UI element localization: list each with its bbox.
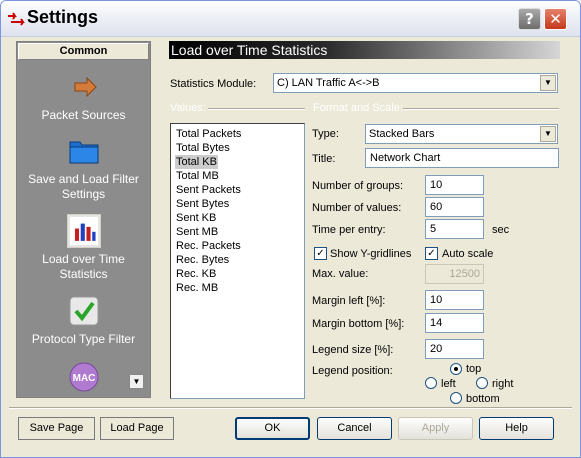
legend-position-top-radio[interactable] (450, 363, 462, 375)
legend-size-input[interactable]: 20 (425, 339, 484, 359)
margin-left-label: Margin left [%]: (312, 295, 386, 307)
arrow-icon (74, 76, 97, 98)
load-page-button[interactable]: Load Page (100, 417, 174, 440)
list-item[interactable]: Sent MB (175, 225, 219, 239)
sidebar-item-packet-sources[interactable]: Packet Sources (17, 70, 150, 123)
auto-scale-checkbox[interactable]: ✓ (425, 247, 438, 260)
values-group-label: Values: (170, 102, 206, 114)
time-unit-label: sec (492, 224, 510, 236)
sidebar-item-label: Save and Load Filter Settings (28, 172, 139, 201)
time-per-entry-input[interactable]: 5 (425, 219, 484, 239)
values-count-input[interactable]: 60 (425, 197, 484, 217)
max-value-label: Max. value: (312, 268, 369, 280)
sidebar-item-load-over-time[interactable]: Load over Time Statistics (17, 214, 150, 282)
sidebar-scroll-down-button[interactable]: ▼ (129, 374, 144, 389)
sidebar: Common Packet Sources Save and Load Filt… (16, 41, 151, 398)
show-gridlines-checkbox[interactable]: ✓ (314, 247, 327, 260)
bar-chart-icon (66, 214, 101, 248)
sidebar-item-label: Protocol Type Filter (31, 332, 136, 346)
title-bar[interactable]: Settings ? ✕ (1, 1, 580, 37)
list-item[interactable]: Sent KB (175, 211, 217, 225)
values-listbox[interactable]: Total Packets Total Bytes Total KB Total… (170, 123, 305, 399)
footer-divider (9, 407, 572, 409)
sidebar-item-save-load[interactable]: Save and Load Filter Settings (17, 134, 150, 202)
time-per-entry-label: Time per entry: (312, 224, 386, 236)
list-item[interactable]: Total Packets (175, 127, 242, 141)
mac-icon: MAC (69, 362, 98, 392)
statistics-module-label: Statistics Module: (170, 78, 257, 90)
sidebar-header-common[interactable]: Common (18, 43, 149, 60)
legend-position-bottom-label: bottom (466, 393, 500, 405)
legend-position-left-label: left (441, 378, 456, 390)
svg-text:MAC: MAC (72, 373, 95, 384)
legend-position-left-radio[interactable] (425, 377, 437, 389)
help-title-button[interactable]: ? (518, 8, 541, 30)
sidebar-item-label: Load over Time Statistics (42, 252, 125, 281)
list-item-selected[interactable]: Total KB (175, 155, 218, 169)
list-item[interactable]: Rec. Packets (175, 239, 242, 253)
statistics-module-value: C) LAN Traffic A<->B (277, 77, 380, 89)
app-icon (8, 12, 25, 26)
title-label: Title: (312, 153, 336, 165)
list-item[interactable]: Rec. KB (175, 267, 217, 281)
max-value-input[interactable]: 12500 (425, 264, 484, 284)
margin-left-input[interactable]: 10 (425, 290, 484, 310)
cancel-button[interactable]: Cancel (317, 417, 392, 440)
list-item[interactable]: Rec. MB (175, 281, 219, 295)
window-title: Settings (27, 7, 99, 27)
type-value: Stacked Bars (369, 128, 435, 140)
legend-position-label: Legend position: (312, 365, 393, 377)
legend-position-top-label: top (466, 363, 482, 375)
list-item[interactable]: Total Bytes (175, 141, 231, 155)
list-item[interactable]: Rec. Bytes (175, 253, 230, 267)
legend-position-right-radio[interactable] (476, 377, 488, 389)
legend-position-right-label: right (492, 378, 514, 390)
type-label: Type: (312, 128, 339, 140)
values-group-divider (208, 108, 305, 110)
groups-label: Number of groups: (312, 180, 404, 192)
chart-title-input[interactable]: Network Chart (365, 148, 559, 168)
checkmark-icon (69, 296, 98, 326)
sidebar-item-label: Packet Sources (41, 108, 126, 122)
panel-title: Load over Time Statistics (169, 41, 560, 59)
type-select[interactable]: Stacked Bars ▼ (365, 124, 558, 144)
close-button[interactable]: ✕ (544, 8, 567, 30)
format-group-divider (403, 108, 559, 110)
margin-bottom-input[interactable]: 14 (425, 313, 484, 333)
show-gridlines-label: Show Y-gridlines (330, 248, 412, 260)
chevron-down-icon[interactable]: ▼ (540, 126, 556, 142)
chevron-down-icon[interactable]: ▼ (540, 75, 556, 91)
auto-scale-label: Auto scale (442, 248, 494, 260)
margin-bottom-label: Margin bottom [%]: (312, 318, 405, 330)
statistics-module-select[interactable]: C) LAN Traffic A<->B ▼ (273, 73, 558, 93)
groups-input[interactable]: 10 (425, 175, 484, 195)
ok-button[interactable]: OK (235, 417, 310, 440)
sidebar-item-protocol-filter[interactable]: Protocol Type Filter (17, 294, 150, 347)
legend-size-label: Legend size [%]: (312, 344, 394, 356)
list-item[interactable]: Sent Packets (175, 183, 242, 197)
list-item[interactable]: Total MB (175, 169, 220, 183)
legend-position-bottom-radio[interactable] (450, 392, 462, 404)
format-group-label: Format and Scale: (313, 102, 403, 114)
settings-window: Settings ? ✕ Common Packet Sources Save … (0, 0, 581, 458)
save-page-button[interactable]: Save Page (18, 417, 95, 440)
list-item[interactable]: Sent Bytes (175, 197, 230, 211)
folder-icon (69, 141, 98, 164)
values-count-label: Number of values: (312, 202, 402, 214)
apply-button[interactable]: Apply (398, 417, 473, 440)
help-button[interactable]: Help (479, 417, 554, 440)
